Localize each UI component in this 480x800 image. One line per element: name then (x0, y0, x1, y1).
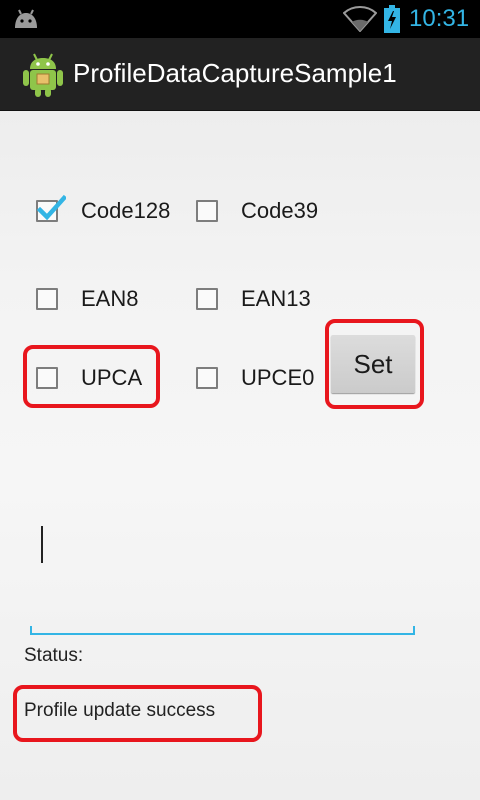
app-title: ProfileDataCaptureSample1 (73, 58, 397, 88)
input-underline (30, 626, 415, 635)
text-cursor (41, 526, 43, 563)
checkbox-code128[interactable]: Code128 (36, 191, 170, 231)
checkmark-icon (36, 194, 66, 221)
barcode-input-field[interactable] (30, 520, 415, 635)
checkbox-code128-box[interactable] (36, 194, 66, 222)
status-bar: 10:31 (0, 0, 480, 38)
checkbox-ean13[interactable]: EAN13 (196, 279, 311, 319)
checkbox-ean13-box[interactable] (196, 288, 218, 310)
action-bar: ProfileDataCaptureSample1 (0, 38, 480, 111)
checkbox-ean8-box[interactable] (36, 288, 58, 310)
android-app-icon (23, 53, 63, 97)
checkbox-ean8-label: EAN8 (81, 286, 139, 311)
checkbox-upce0[interactable]: UPCE0 (196, 358, 314, 398)
checkbox-upce0-box[interactable] (196, 367, 218, 389)
checkbox-code128-label: Code128 (81, 198, 171, 223)
checkbox-ean13-label: EAN13 (241, 286, 311, 311)
checkbox-ean8[interactable]: EAN8 (36, 279, 138, 319)
highlight-upca (23, 345, 160, 408)
checkbox-code39[interactable]: Code39 (196, 191, 318, 231)
checkbox-upce0-label: UPCE0 (241, 365, 315, 390)
checkbox-code39-label: Code39 (241, 198, 319, 223)
checkbox-code39-box[interactable] (196, 200, 218, 222)
status-label: Status: (24, 645, 84, 666)
wifi-icon (343, 6, 377, 32)
highlight-set-button (325, 319, 424, 409)
battery-charging-icon (384, 5, 400, 33)
android-debug-icon (15, 9, 37, 28)
status-message: Profile update success (24, 700, 216, 721)
clock: 10:31 (409, 5, 470, 32)
